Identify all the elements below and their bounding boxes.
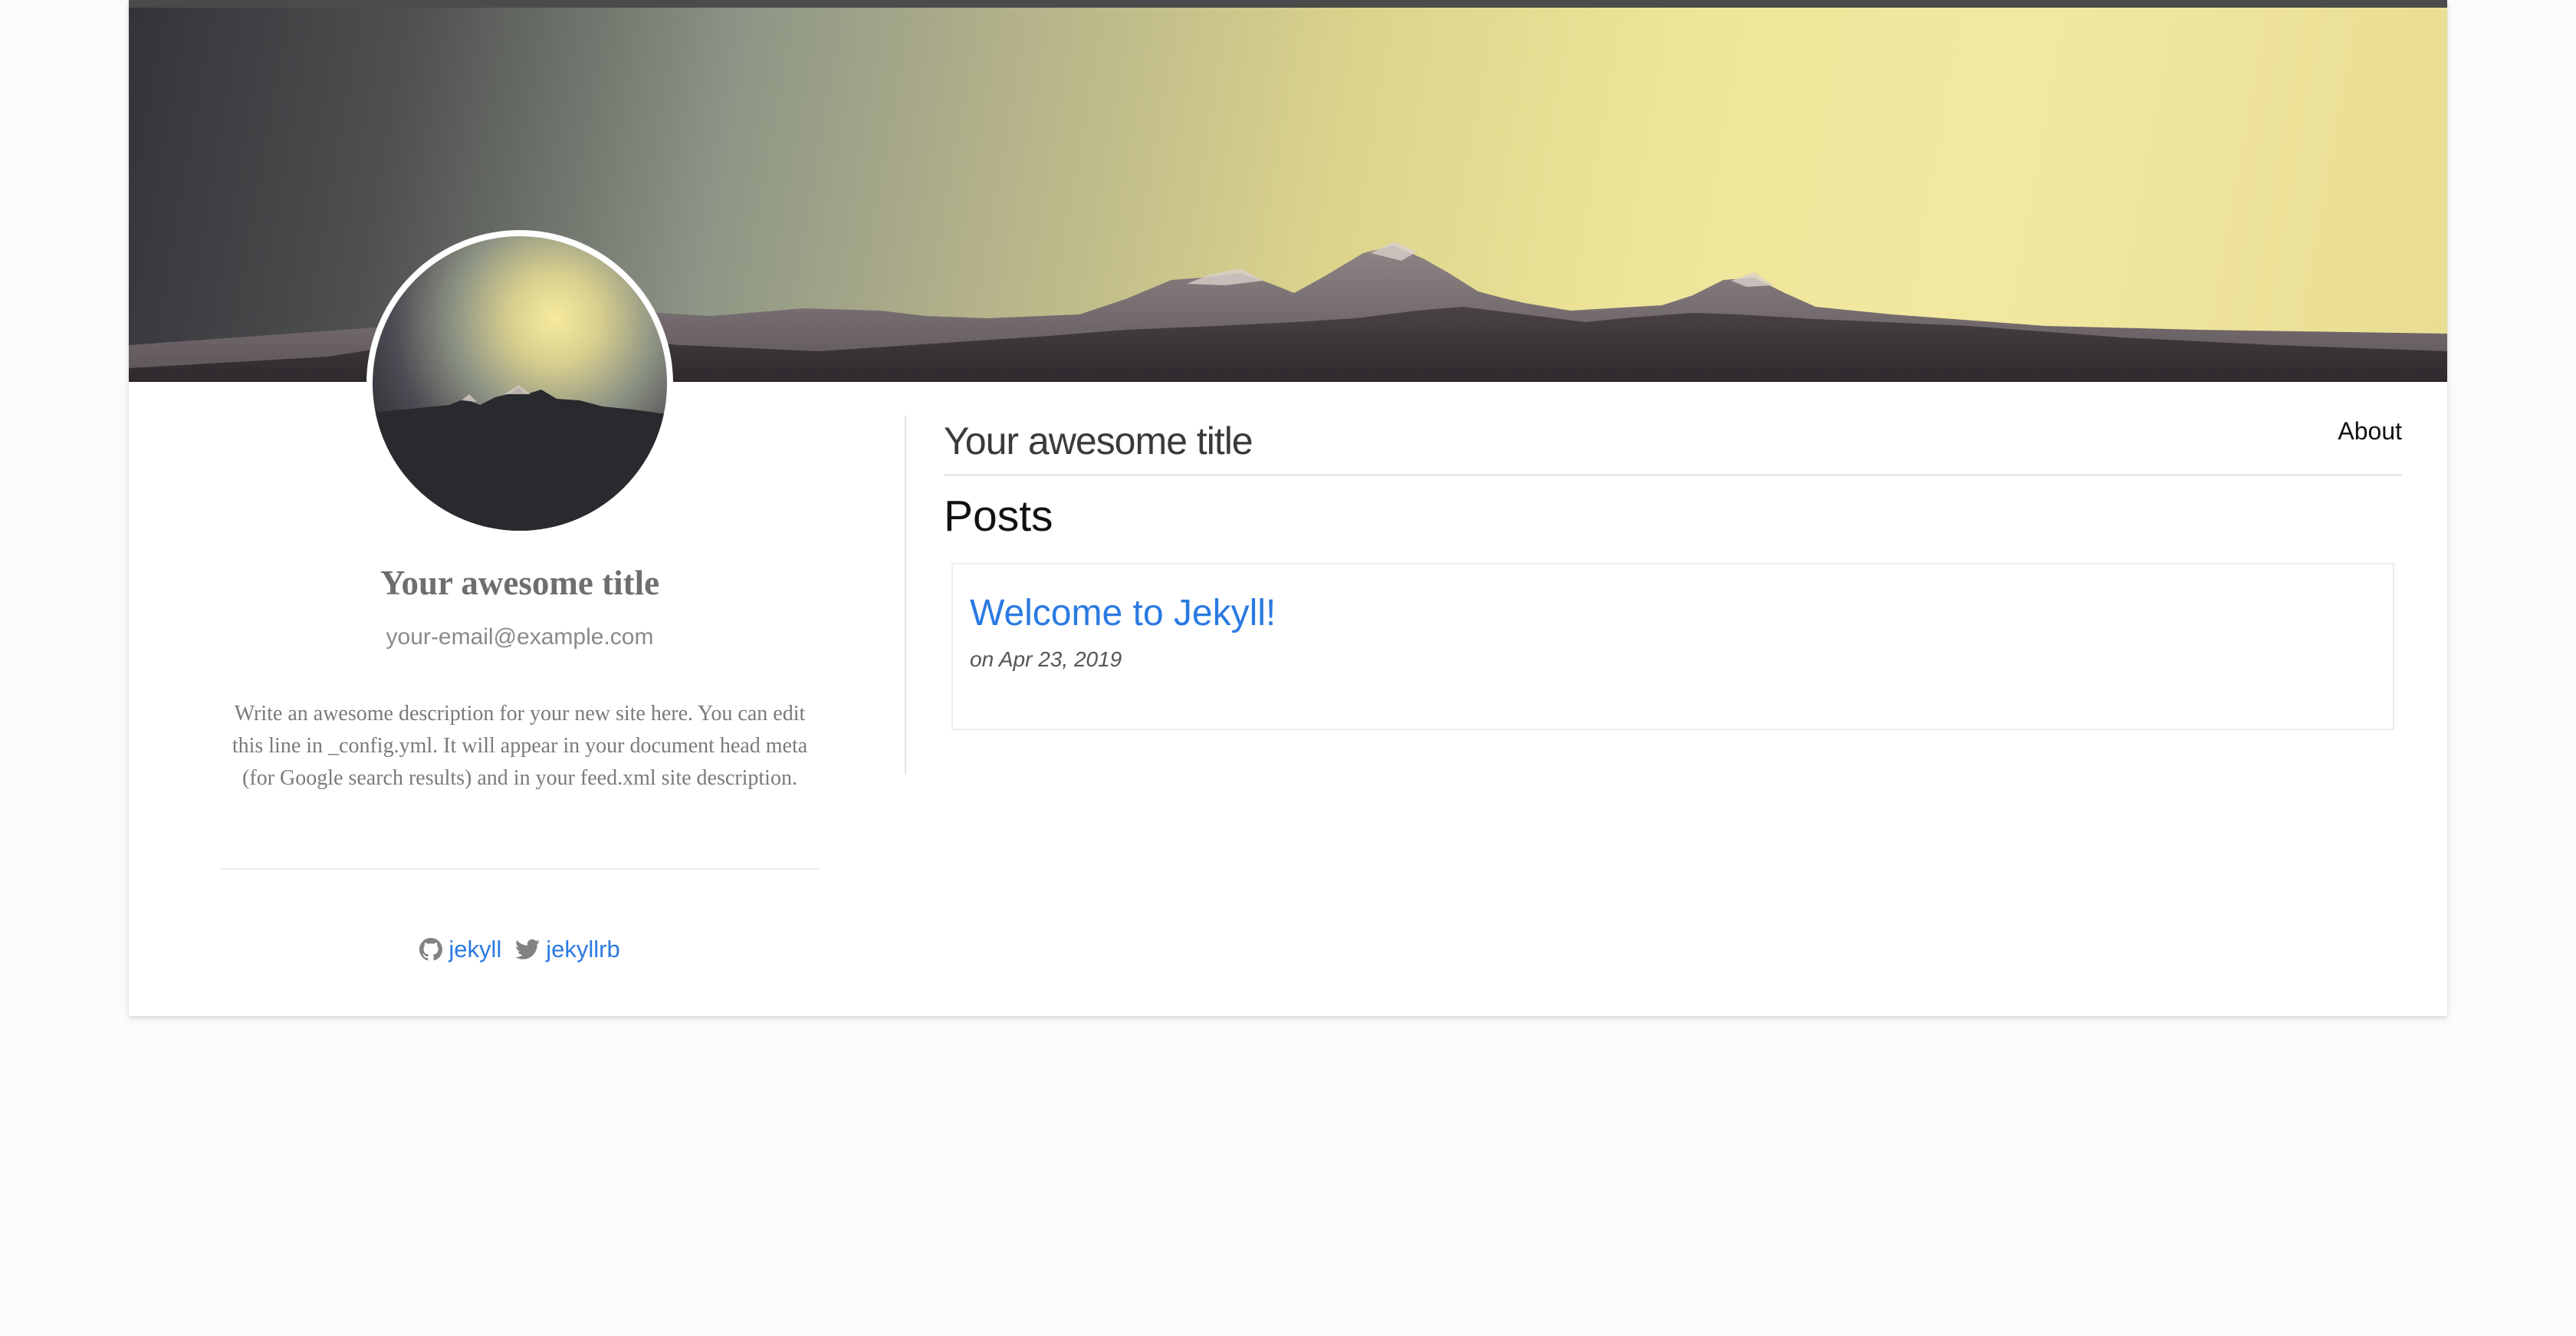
post-title-link[interactable]: Welcome to Jekyll! <box>970 592 1276 634</box>
social-link-github[interactable]: jekyll <box>419 936 501 963</box>
profile-name: Your awesome title <box>380 564 660 602</box>
header-divider <box>944 474 2402 476</box>
column-divider <box>905 416 906 775</box>
post-date: on Apr 23, 2019 <box>970 647 1122 671</box>
twitter-username: jekyllrb <box>546 936 620 963</box>
social-links: jekyll jekyllrb <box>129 936 911 963</box>
github-icon <box>419 938 443 961</box>
profile-email: your-email@example.com <box>386 624 654 650</box>
site-title[interactable]: Your awesome title <box>944 419 1254 463</box>
twitter-icon <box>515 939 540 959</box>
social-link-twitter[interactable]: jekyllrb <box>515 936 620 963</box>
profile-avatar <box>366 230 673 537</box>
avatar-mountain-image <box>373 385 667 531</box>
profile-description: Write an awesome description for your ne… <box>232 702 808 790</box>
nav-link-about[interactable]: About <box>2338 417 2402 446</box>
posts-heading: Posts <box>944 492 1053 541</box>
page-card: Your awesome title your-email@example.co… <box>129 0 2447 1016</box>
post-card: Welcome to Jekyll! on Apr 23, 2019 <box>951 563 2394 730</box>
top-bar <box>129 0 2447 8</box>
github-username: jekyll <box>449 936 502 963</box>
sidebar-divider <box>221 868 819 870</box>
